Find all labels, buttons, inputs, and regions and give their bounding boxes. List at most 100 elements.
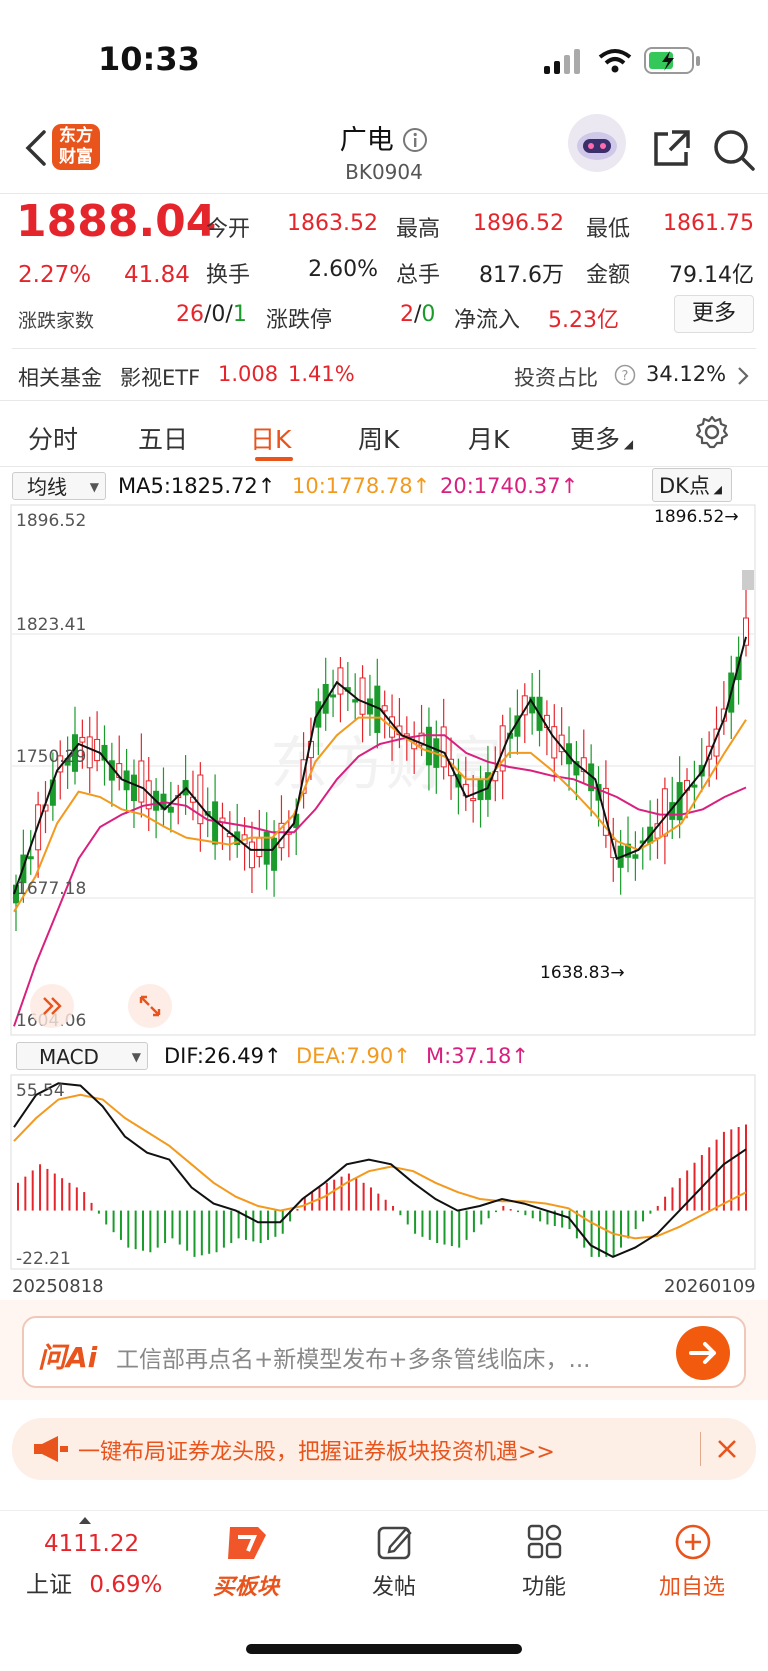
turnover-label: 换手 [206,263,251,288]
share-icon[interactable] [650,128,692,170]
ai-question-bar[interactable]: 问Ai 工信部再点名+新模型发布+多条管线临床，... [22,1316,746,1388]
ai-brand-logo: 问Ai [38,1341,98,1374]
index-info[interactable]: 上证 0.69% [26,1565,162,1599]
caret-up-icon[interactable] [78,1515,92,1525]
kline-canvas: 东方财富 1896.52 1823.41 1750.29 1677.18 160… [10,504,756,1036]
fund-name: 影视ETF [120,366,201,390]
nav-buy-sector[interactable]: 买板块 [186,1521,306,1611]
amount-label: 金额 [586,263,631,288]
home-indicator[interactable] [246,1644,522,1654]
tab-intraday[interactable]: 分时 [28,420,78,456]
limit-label: 涨跌停 [266,308,333,333]
dea-value: DEA:7.90↑ [296,1044,411,1068]
scroll-handle[interactable] [742,570,754,590]
candle-body [551,726,558,759]
robot-avatar-icon[interactable] [568,114,626,172]
low-value: 1861.75 [663,211,754,236]
tab-more[interactable]: 更多 ◢ [570,420,633,456]
volume-label: 总手 [396,263,441,288]
status-time: 10:33 [98,40,200,78]
nav-add-watchlist[interactable]: 加自选 [632,1521,752,1611]
high-label: 最高 [396,217,441,242]
change-amount: 41.84 [124,262,190,288]
megaphone-icon [34,1436,68,1462]
svg-text:?: ? [622,369,629,384]
fund-percent: 1.41% [288,362,355,386]
tab-weekly-k[interactable]: 周K [358,420,399,456]
fullscreen-icon[interactable] [128,984,172,1028]
dif-line [13,1082,747,1259]
candle-body [381,705,388,712]
header: 东方 财富 广电 BK0904 [0,108,768,192]
candle-body [352,699,359,703]
indicator-select[interactable]: 均线 ▼ [12,472,106,500]
y-label-3: 1750.29 [16,747,86,767]
m-value: M:37.18↑ [426,1044,529,1068]
breadth-values: 26/0/1 [176,302,247,327]
candle-body [330,694,337,698]
post-label: 发帖 [371,1575,416,1600]
expand-left-icon[interactable] [30,984,74,1028]
candle-body [86,736,93,769]
active-tab-indicator [255,457,293,461]
kline-chart[interactable]: 东方财富 1896.52 1823.41 1750.29 1677.18 160… [10,504,756,1036]
add-circle-icon [675,1524,711,1560]
low-marker-label: 1638.83→ [540,963,625,983]
candle-body [359,677,366,715]
macd-bars-group [17,1124,747,1257]
volume-value: 817.6万 [479,263,564,288]
related-fund-row[interactable]: 相关基金 影视ETF 1.008 1.41% 投资占比 ? 34.12% [0,352,768,396]
macd-select[interactable]: MACD ▼ [16,1042,148,1070]
index-value[interactable]: 4111.22 [44,1531,139,1557]
candle-body [248,841,255,869]
settings-gear-icon[interactable] [694,414,730,450]
status-bar: 10:33 [0,0,768,120]
nav-post[interactable]: 发帖 [334,1521,454,1611]
candle-body [691,784,698,788]
high-marker-label: 1896.52→ [654,507,739,527]
open-label: 今开 [206,217,251,242]
macd-chart[interactable]: 55.54 -22.21 [10,1074,756,1270]
last-price: 1888.04 [16,196,217,247]
candle-body [661,788,668,837]
arrow-right-icon [689,1342,716,1364]
date-end: 20260109 [664,1276,756,1297]
candle-body [440,726,447,768]
candle-body [130,774,137,802]
macd-canvas: 55.54 -22.21 [10,1074,756,1270]
candle-body [167,806,174,813]
candle-body [366,698,373,715]
tab-daily-k[interactable]: 日K [250,420,291,456]
candle-body [470,798,477,802]
fund-label: 相关基金 [18,366,102,390]
close-icon[interactable] [716,1438,738,1460]
turnover-value: 2.60% [308,257,378,282]
functions-label: 功能 [521,1575,566,1600]
y-label-top: 1896.52 [16,511,86,531]
macd-bottom-label: -22.21 [16,1249,71,1269]
info-icon[interactable] [402,127,428,153]
ratio-value: 34.12% [646,362,727,386]
chevron-right-icon [738,367,749,385]
promo-banner[interactable]: 一键布局证券龙头股，把握证券板块投资机遇>> [12,1418,756,1480]
ma20-value: 20:1740.37↑ [440,474,579,498]
netflow-label: 净流入 [454,308,521,333]
y-label-2: 1823.41 [16,615,86,635]
wifi-icon [598,49,632,73]
buy-sector-label: 买板块 [212,1575,279,1600]
signal-icon [544,49,580,74]
buy-sector-icon [228,1527,266,1559]
tab-five-day[interactable]: 五日 [138,420,188,456]
nav-functions[interactable]: 功能 [484,1521,604,1611]
more-stats-button[interactable]: 更多 [674,295,754,333]
candle-body [256,837,263,858]
date-start: 20250818 [12,1276,104,1297]
help-icon[interactable]: ? [614,364,636,386]
netflow-value: 5.23亿 [548,308,619,333]
add-watchlist-label: 加自选 [658,1575,725,1600]
ai-send-button[interactable] [676,1326,730,1380]
tab-monthly-k[interactable]: 月K [468,420,509,456]
candle-body [271,837,278,871]
dk-point-button[interactable]: DK点 ◢ [652,468,732,502]
search-icon[interactable] [712,128,756,172]
